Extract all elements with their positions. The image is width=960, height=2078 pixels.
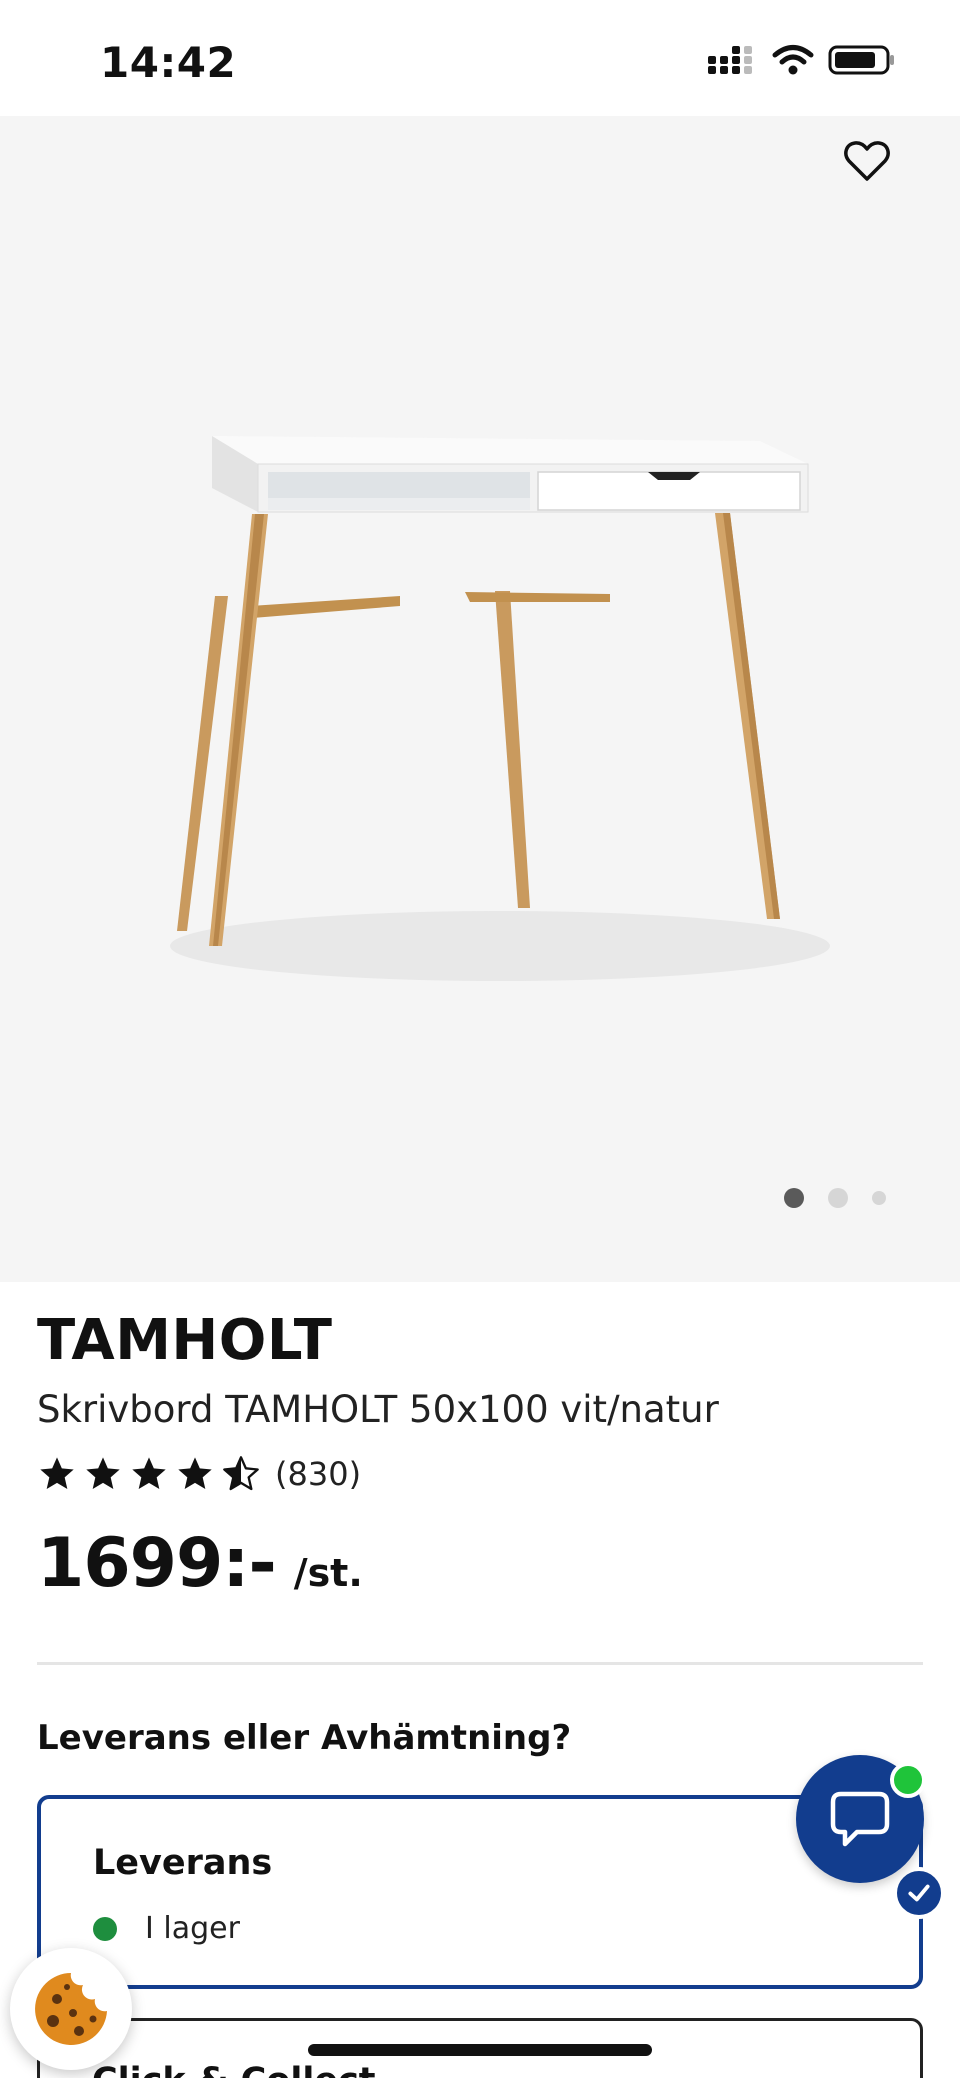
heart-icon: [844, 141, 890, 181]
status-bar: 14:42: [0, 0, 960, 116]
star-icon: [132, 1457, 166, 1489]
status-icons: [708, 44, 896, 76]
check-icon: [908, 1884, 930, 1902]
star-icon: [40, 1457, 74, 1489]
signal-icon: [708, 46, 752, 74]
delivery-section-title: Leverans eller Avhämtning?: [37, 1718, 572, 1758]
battery-icon: [828, 45, 894, 75]
delivery-option-leverans[interactable]: Leverans I lager: [37, 1795, 945, 1989]
product-image-desk: [170, 436, 830, 981]
gallery-pagination: [784, 1188, 886, 1208]
divider: [37, 1662, 923, 1665]
star-icon: [178, 1457, 212, 1489]
gallery-dot-2[interactable]: [828, 1188, 848, 1208]
chat-online-indicator: [890, 1762, 926, 1798]
price-unit: /st.: [293, 1551, 363, 1595]
gallery-dot-1[interactable]: [784, 1188, 804, 1208]
star-icon: [86, 1457, 120, 1489]
selected-check-badge: [893, 1867, 945, 1919]
cookie-icon: [35, 1973, 107, 2045]
home-indicator: [308, 2044, 652, 2056]
status-time: 14:42: [100, 38, 237, 87]
in-stock-indicator: [93, 1916, 117, 1941]
stock-status-text: I lager: [145, 1911, 240, 1946]
stock-status: I lager: [93, 1911, 240, 1946]
star-half-icon: [223, 1456, 259, 1491]
product-rating[interactable]: (830): [37, 1454, 361, 1494]
product-description: Skrivbord TAMHOLT 50x100 vit/natur: [37, 1388, 719, 1431]
price-amount: 1699:-: [37, 1524, 277, 1603]
wifi-icon: [772, 45, 814, 75]
rating-count: (830): [275, 1455, 362, 1493]
cookie-settings-button[interactable]: [10, 1948, 132, 2070]
favorite-button[interactable]: [834, 128, 900, 194]
product-name: TAMHOLT: [37, 1308, 333, 1373]
product-gallery[interactable]: [0, 116, 960, 1282]
chat-icon: [830, 1791, 890, 1847]
product-price: 1699:- /st.: [37, 1524, 363, 1603]
delivery-option-title: Leverans: [93, 1843, 273, 1883]
click-collect-title: Click & Collect: [92, 2061, 376, 2078]
gallery-dot-3[interactable]: [872, 1191, 886, 1205]
